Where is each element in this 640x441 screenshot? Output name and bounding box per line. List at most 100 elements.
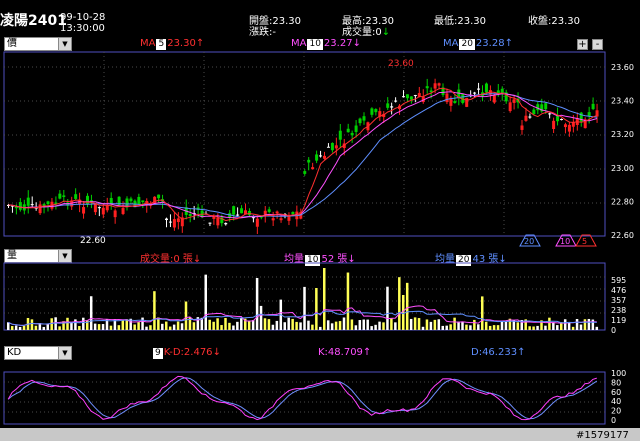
volume-bar [453, 317, 456, 330]
candle-body [188, 214, 192, 216]
volume-bar [386, 286, 389, 330]
volume-bar [311, 324, 314, 330]
ma20-marker-label: 20 [524, 237, 534, 246]
axis-tick-label: 595 [611, 276, 626, 285]
d-line [7, 377, 598, 420]
candle-body [291, 212, 295, 215]
candle-body [567, 124, 571, 132]
volume-bar [295, 321, 298, 330]
kd-panel-frame [3, 371, 606, 425]
volume-bar [315, 288, 318, 330]
candle-body [247, 211, 251, 215]
volume-bar [323, 268, 326, 330]
candle-body [62, 195, 66, 197]
axis-tick-label: 23.40 [611, 97, 634, 106]
volume-bar [74, 319, 77, 330]
candle-body [121, 208, 125, 214]
volume-bar [334, 321, 338, 330]
volume-bar [346, 272, 350, 330]
ma5-marker-label: 5 [582, 237, 587, 246]
volume-bar [232, 325, 235, 330]
candle-body [362, 116, 366, 121]
volume-bar [275, 320, 279, 330]
volume-bar [591, 319, 595, 330]
volume-bar [484, 321, 488, 330]
volume-bar [97, 324, 101, 330]
kd-axis-labels: 100806040200 [611, 369, 626, 425]
candle-body [346, 128, 350, 133]
candle-body [93, 203, 97, 213]
chart-canvas[interactable]: 23.60 23.40 23.20 23.00 22.80 22.60 23.60 22.… [0, 0, 640, 441]
volume-bar [208, 319, 211, 330]
volume-bar [512, 320, 516, 330]
candle-body [86, 195, 89, 205]
volume-bar [149, 325, 152, 330]
candle-body [484, 83, 488, 93]
candle-body [113, 210, 117, 218]
candle-body [263, 210, 267, 215]
candle-body [508, 102, 512, 112]
volume-bar [247, 320, 251, 330]
volume-bar [251, 320, 255, 330]
candle-body [445, 93, 449, 103]
candle-body [358, 118, 362, 124]
axis-tick-label: 80 [611, 378, 621, 387]
volume-bar [583, 319, 587, 330]
k-line [7, 375, 597, 421]
volume-bar [504, 321, 508, 330]
volume-bar [263, 318, 267, 330]
candle-body [101, 207, 105, 215]
volume-bar [488, 325, 492, 330]
volume-bar [536, 325, 539, 330]
volume-bar [374, 324, 377, 330]
axis-tick-label: 60 [611, 388, 621, 397]
price-low-label: 22.60 [80, 236, 106, 246]
axis-tick-label: 23.60 [611, 63, 634, 72]
volume-bar [259, 305, 263, 330]
axis-tick-label: 20 [611, 407, 621, 416]
volume-bar [417, 318, 421, 330]
candle-body [520, 125, 524, 130]
candle-body [326, 146, 330, 148]
volume-bar [42, 326, 46, 330]
volume-bar [398, 277, 401, 330]
candle-body [97, 207, 101, 209]
candle-body [165, 218, 168, 221]
candle-body [30, 204, 34, 206]
candle-body [524, 115, 528, 121]
volume-bar [492, 325, 496, 330]
volume-bar [516, 322, 520, 330]
volume-bar [176, 321, 180, 330]
volume-bar [350, 319, 354, 330]
volume-bar [271, 324, 275, 330]
axis-tick-label: 22.60 [611, 231, 634, 240]
candle-body [236, 214, 240, 216]
candle-body [58, 193, 62, 199]
volume-bar [180, 323, 184, 330]
volume-bar [22, 325, 26, 330]
volume-bar [30, 319, 34, 330]
candle-body [413, 95, 417, 97]
candle-body [587, 112, 591, 117]
candle-body [425, 86, 429, 89]
candle-body [319, 155, 323, 157]
ma-markers: 20 10 5 [519, 234, 597, 247]
volume-bar [445, 325, 448, 330]
candle-body [232, 206, 236, 215]
volume-bar [255, 278, 259, 330]
volume-bar [461, 321, 464, 330]
volume-bar [548, 317, 551, 330]
volume-bar [382, 322, 385, 330]
volume-bar [82, 317, 85, 330]
axis-tick-label: 476 [611, 286, 626, 295]
volume-bar [54, 317, 57, 330]
candle-body [168, 221, 172, 223]
candle-body [437, 83, 441, 86]
volume-axis-labels: 5954763572381190 [611, 276, 626, 335]
candle-body [402, 96, 405, 98]
volume-bar [216, 318, 219, 330]
volume-bar [10, 326, 14, 330]
volume-bar [133, 324, 136, 330]
volume-bar [390, 317, 393, 330]
horizontal-scrollbar[interactable] [0, 428, 640, 441]
